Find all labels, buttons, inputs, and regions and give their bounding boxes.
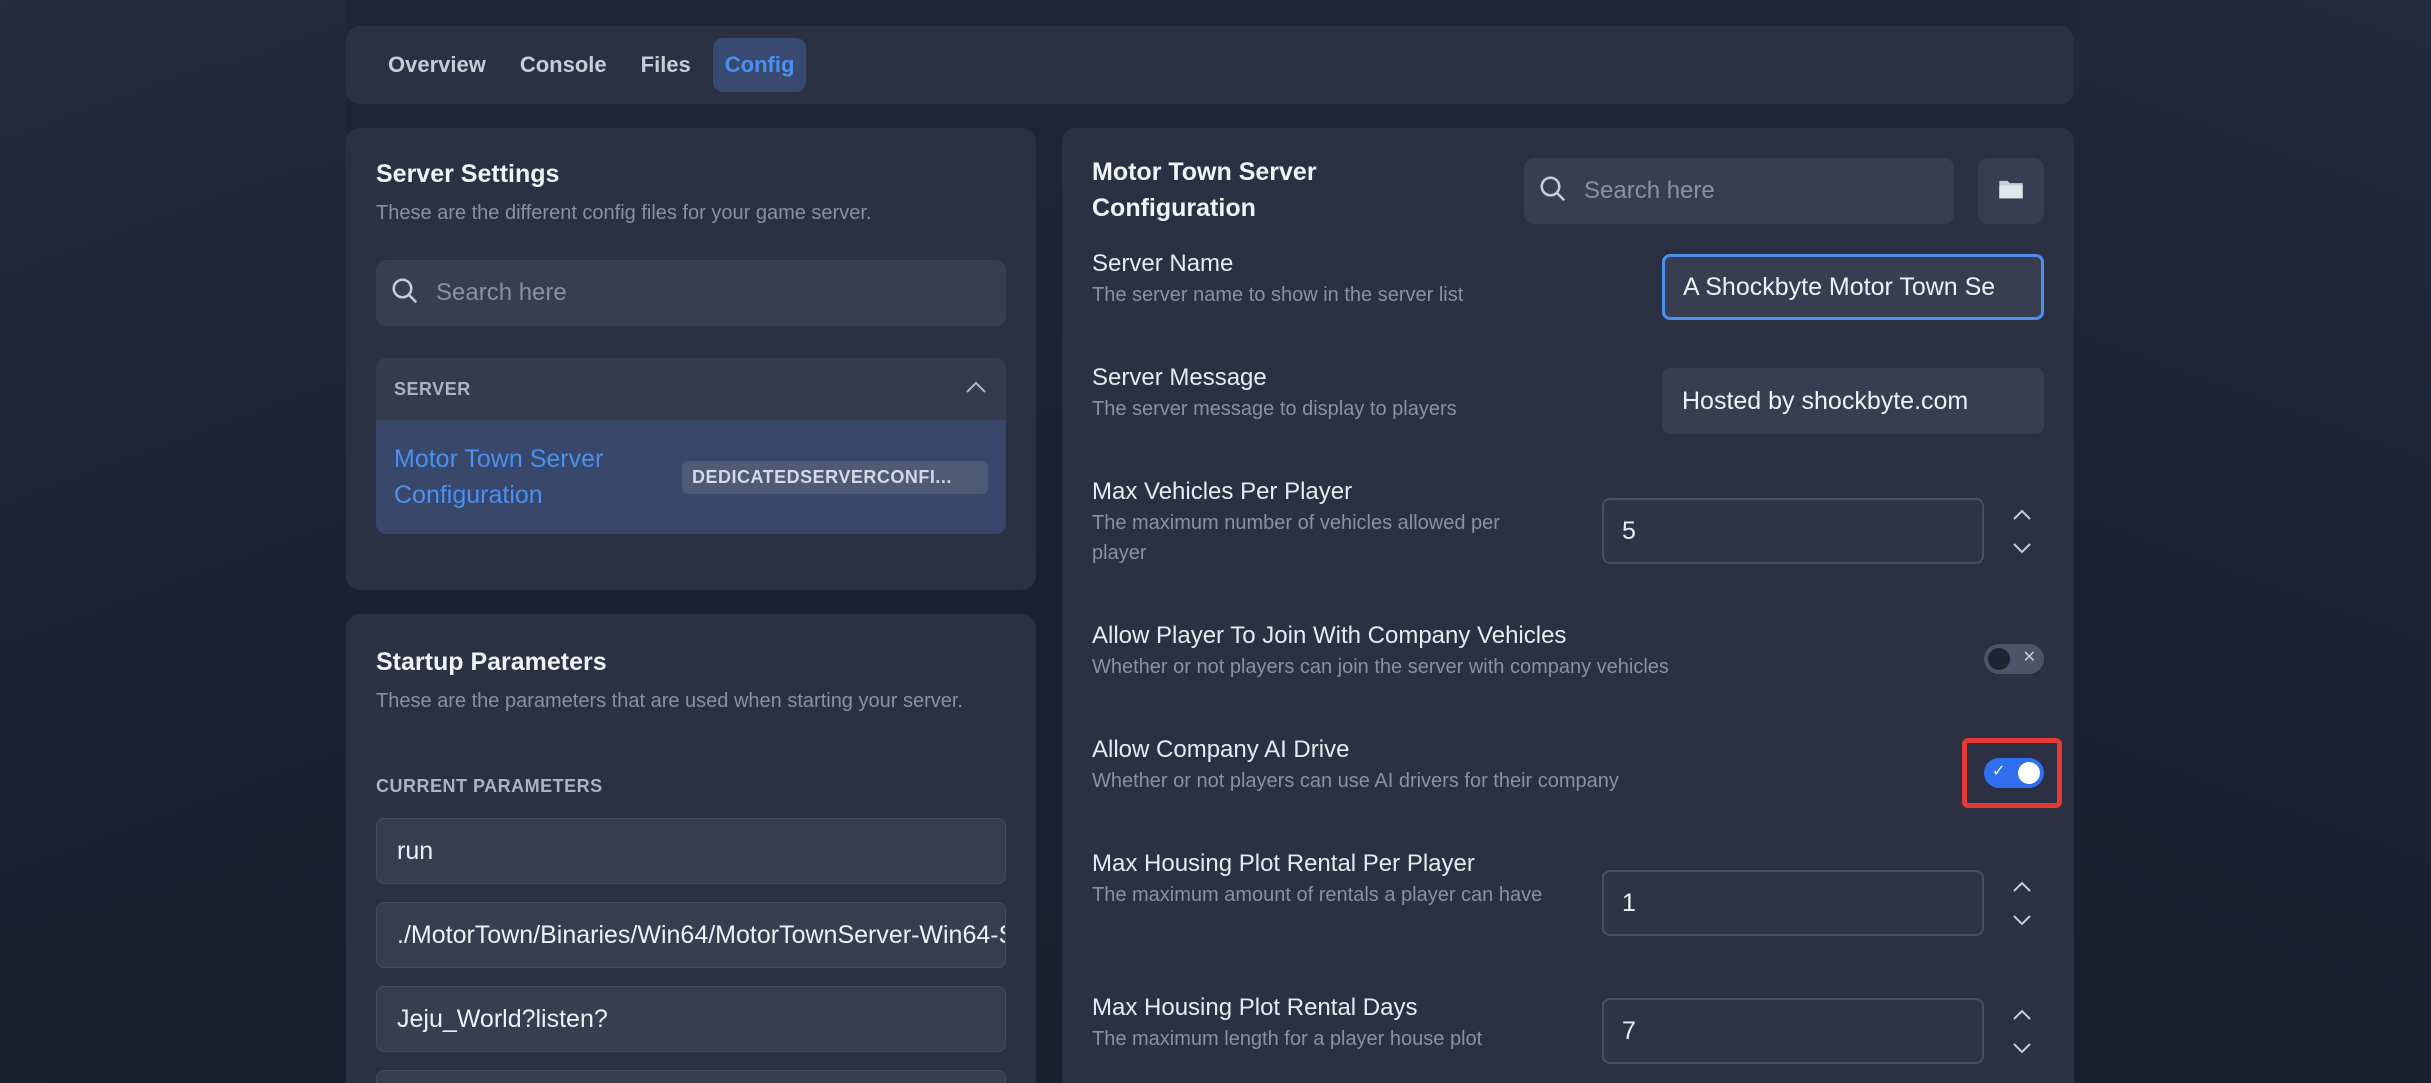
param-input-1[interactable]: run bbox=[376, 818, 1006, 884]
company-vehicles-toggle[interactable]: ✕ bbox=[1984, 644, 2044, 674]
increment-button[interactable] bbox=[2000, 870, 2044, 903]
config-title: Motor Town Server Configuration bbox=[1092, 158, 1317, 222]
tab-config[interactable]: Config bbox=[712, 38, 807, 92]
config-panel: Motor Town Server Configuration Search h… bbox=[1062, 128, 2074, 1083]
server-name-input[interactable]: A Shockbyte Motor Town Se bbox=[1662, 254, 2044, 320]
server-settings-panel: Server Settings These are the different … bbox=[346, 128, 1036, 590]
x-icon: ✕ bbox=[2022, 649, 2036, 666]
folder-icon bbox=[1997, 177, 2025, 206]
server-message-input[interactable]: Hosted by shockbyte.com bbox=[1662, 368, 2044, 434]
param-input-4[interactable] bbox=[376, 1070, 1006, 1083]
config-file-badge: DEDICATEDSERVERCONFI... bbox=[682, 460, 988, 494]
max-vehicles-setting: Max Vehicles Per Player The maximum numb… bbox=[1092, 478, 1500, 564]
increment-button[interactable] bbox=[2000, 498, 2044, 531]
decrement-button[interactable] bbox=[2000, 531, 2044, 564]
current-parameters-label: CURRENT PARAMETERS bbox=[376, 776, 603, 796]
company-ai-setting: Allow Company AI Drive Whether or not pl… bbox=[1092, 736, 1619, 792]
tab-bar: Overview Console Files Config bbox=[346, 26, 2074, 104]
tab-overview[interactable]: Overview bbox=[376, 38, 498, 92]
startup-parameters-panel: Startup Parameters These are the paramet… bbox=[346, 614, 1036, 1083]
server-name-setting: Server Name The server name to show in t… bbox=[1092, 250, 1464, 306]
company-vehicles-setting: Allow Player To Join With Company Vehicl… bbox=[1092, 622, 1669, 678]
section-label: SERVER bbox=[394, 378, 471, 399]
search-placeholder: Search here bbox=[1584, 177, 1715, 204]
chevron-up-icon bbox=[964, 379, 988, 400]
highlight-box bbox=[1962, 738, 2062, 808]
server-section-header[interactable]: SERVER bbox=[376, 358, 1006, 420]
param-input-3[interactable]: Jeju_World?listen? bbox=[376, 986, 1006, 1052]
housing-days-setting: Max Housing Plot Rental Days The maximum… bbox=[1092, 994, 1483, 1050]
search-icon bbox=[390, 276, 420, 311]
config-file-item[interactable]: Motor Town Server Configuration DEDICATE… bbox=[376, 420, 1006, 534]
tab-console[interactable]: Console bbox=[508, 38, 619, 92]
housing-days-stepper bbox=[2000, 998, 2044, 1064]
housing-rental-setting: Max Housing Plot Rental Per Player The m… bbox=[1092, 850, 1543, 906]
settings-search-input[interactable]: Search here bbox=[1524, 158, 1954, 224]
housing-rental-input[interactable]: 1 bbox=[1602, 870, 1984, 936]
decrement-button[interactable] bbox=[2000, 1031, 2044, 1064]
startup-subtitle: These are the parameters that are used w… bbox=[376, 690, 963, 712]
open-folder-button[interactable] bbox=[1978, 158, 2044, 224]
background-right bbox=[2073, 0, 2431, 1083]
search-icon bbox=[1538, 174, 1568, 209]
server-message-setting: Server Message The server message to dis… bbox=[1092, 364, 1457, 420]
max-vehicles-input[interactable]: 5 bbox=[1602, 498, 1984, 564]
housing-rental-stepper bbox=[2000, 870, 2044, 936]
config-search-input[interactable]: Search here bbox=[376, 260, 1006, 326]
background-left bbox=[0, 0, 346, 1083]
server-settings-title: Server Settings bbox=[376, 160, 560, 188]
housing-days-input[interactable]: 7 bbox=[1602, 998, 1984, 1064]
tab-files[interactable]: Files bbox=[629, 38, 703, 92]
param-input-2[interactable]: ./MotorTown/Binaries/Win64/MotorTownServ… bbox=[376, 902, 1006, 968]
increment-button[interactable] bbox=[2000, 998, 2044, 1031]
max-vehicles-stepper bbox=[2000, 498, 2044, 564]
toggle-knob bbox=[1988, 648, 2010, 670]
config-file-name: Motor Town Server Configuration bbox=[394, 445, 604, 509]
search-placeholder: Search here bbox=[436, 279, 567, 306]
decrement-button[interactable] bbox=[2000, 903, 2044, 936]
server-settings-subtitle: These are the different config files for… bbox=[376, 202, 872, 224]
startup-title: Startup Parameters bbox=[376, 648, 607, 676]
